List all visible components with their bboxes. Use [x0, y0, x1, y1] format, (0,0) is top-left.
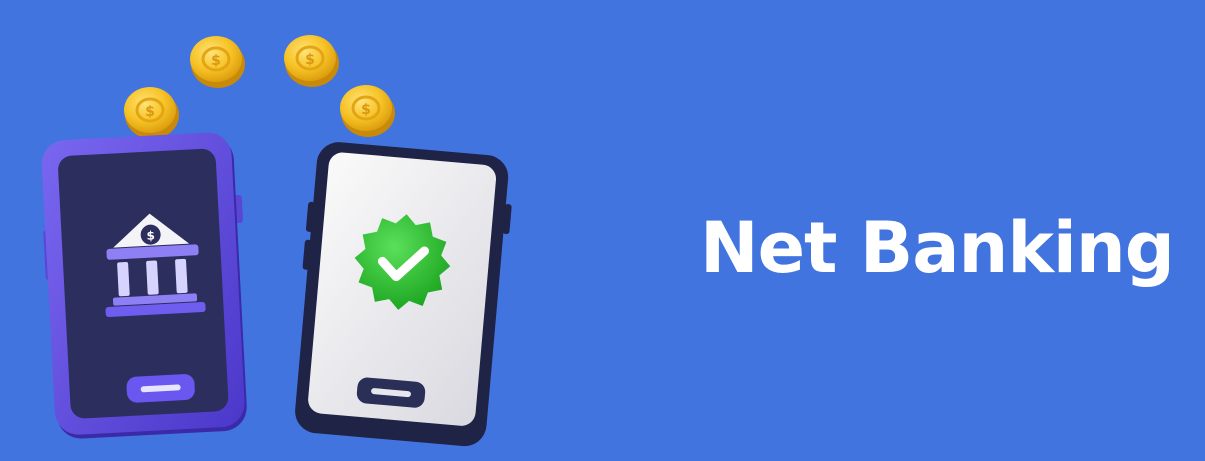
dollar-coin-icon: $ — [284, 35, 339, 87]
svg-text:$: $ — [361, 102, 371, 118]
svg-text:$: $ — [211, 53, 221, 69]
illustration: $ $ $ $ $ — [41, 35, 512, 447]
svg-text:$: $ — [146, 228, 155, 242]
dollar-coin-icon: $ — [190, 36, 245, 88]
left-phone: $ — [41, 132, 247, 439]
dollar-coin-icon: $ — [340, 85, 395, 137]
svg-text:$: $ — [145, 104, 155, 120]
svg-text:$: $ — [305, 52, 315, 68]
dollar-coin-icon: $ — [124, 87, 179, 139]
banner-title: Net Banking — [700, 207, 1175, 289]
net-banking-banner: $ $ $ $ $ Net Banking — [0, 0, 1205, 461]
right-phone — [295, 142, 512, 447]
